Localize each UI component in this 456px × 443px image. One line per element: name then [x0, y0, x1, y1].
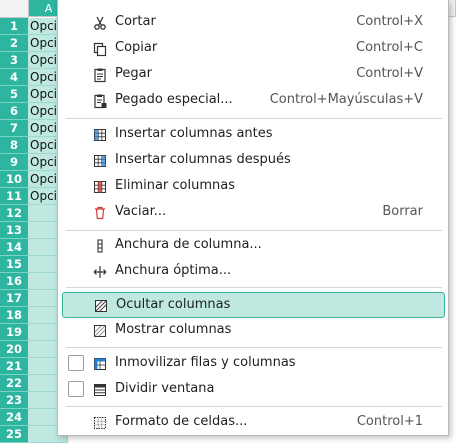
row-header[interactable]: 2 [0, 35, 28, 52]
menu-item-freeze-rows-columns[interactable]: Inmovilizar filas y columnas [62, 351, 445, 377]
menu-item-label: Anchura óptima... [115, 263, 232, 278]
menu-item-label: Mostrar columnas [115, 322, 232, 337]
menu-item-shortcut: Control+X [356, 14, 423, 29]
row-header[interactable]: 5 [0, 86, 28, 103]
menu-item-label: Formato de celdas... [115, 414, 248, 429]
row-header[interactable]: 7 [0, 120, 28, 137]
clipboard-icon [92, 67, 108, 83]
menu-separator [66, 287, 442, 288]
row-header[interactable]: 15 [0, 256, 28, 273]
row-header[interactable]: 23 [0, 392, 28, 409]
row-header[interactable]: 10 [0, 171, 28, 188]
split-window-icon [92, 382, 108, 398]
row-header[interactable]: 18 [0, 307, 28, 324]
menu-separator [66, 230, 442, 231]
column-width-icon [92, 238, 108, 254]
row-header[interactable]: 4 [0, 69, 28, 86]
menu-item-label: Copiar [115, 40, 158, 55]
row-header[interactable]: 13 [0, 222, 28, 239]
row-header[interactable]: 22 [0, 375, 28, 392]
menu-item-cut[interactable]: Cortar Control+X [62, 10, 445, 36]
insert-columns-after-icon [92, 153, 108, 169]
menu-item-paste-special[interactable]: Pegado especial... Control+Mayúsculas+V [62, 88, 445, 114]
copy-icon [92, 41, 108, 57]
scissors-icon [92, 15, 108, 31]
menu-item-label: Pegado especial... [115, 92, 233, 107]
context-menu: Cortar Control+X Copiar Control+C Pegar … [57, 0, 449, 436]
menu-item-label: Dividir ventana [115, 381, 215, 396]
format-cells-icon [92, 415, 108, 431]
freeze-panes-icon [92, 356, 108, 372]
row-header[interactable]: 6 [0, 103, 28, 120]
menu-item-label: Anchura de columna... [115, 237, 262, 252]
optimal-width-icon [92, 264, 108, 280]
menu-item-copy[interactable]: Copiar Control+C [62, 36, 445, 62]
row-header[interactable]: 16 [0, 273, 28, 290]
menu-item-insert-columns-before[interactable]: Insertar columnas antes [62, 122, 445, 148]
row-header[interactable]: 9 [0, 154, 28, 171]
insert-columns-before-icon [92, 127, 108, 143]
menu-item-label: Vaciar... [115, 204, 167, 219]
row-header[interactable]: 24 [0, 409, 28, 426]
trash-icon [92, 205, 108, 221]
row-header[interactable]: 12 [0, 205, 28, 222]
freeze-checkbox[interactable] [68, 355, 84, 371]
hide-columns-icon [93, 298, 109, 314]
row-header[interactable]: 14 [0, 239, 28, 256]
menu-item-label: Inmovilizar filas y columnas [115, 355, 296, 370]
menu-item-insert-columns-after[interactable]: Insertar columnas después [62, 148, 445, 174]
menu-item-format-cells[interactable]: Formato de celdas... Control+1 [62, 410, 445, 436]
row-header[interactable]: 1 [0, 18, 28, 35]
row-header[interactable]: 25 [0, 426, 28, 443]
row-header[interactable]: 8 [0, 137, 28, 154]
row-header[interactable]: 21 [0, 358, 28, 375]
menu-separator [66, 118, 442, 119]
menu-item-label: Insertar columnas después [115, 152, 291, 167]
row-header[interactable]: 17 [0, 290, 28, 307]
menu-item-label: Insertar columnas antes [115, 126, 273, 141]
menu-item-clear[interactable]: Vaciar... Borrar [62, 200, 445, 226]
menu-item-shortcut: Control+C [356, 40, 423, 55]
menu-item-shortcut: Control+1 [356, 414, 423, 429]
show-columns-icon [92, 323, 108, 339]
menu-item-split-window[interactable]: Dividir ventana [62, 377, 445, 403]
delete-columns-icon [92, 179, 108, 195]
select-all-corner[interactable] [0, 0, 29, 18]
row-header[interactable]: 19 [0, 324, 28, 341]
menu-item-label: Pegar [115, 66, 152, 81]
menu-item-paste[interactable]: Pegar Control+V [62, 62, 445, 88]
menu-item-label: Ocultar columnas [116, 297, 231, 312]
menu-item-shortcut: Control+Mayúsculas+V [269, 92, 423, 107]
split-checkbox[interactable] [68, 381, 84, 397]
row-headers: 1 2 3 4 5 6 7 8 9 10 11 12 13 14 15 16 17 18 19 20 21 22 23 24 2… [0, 18, 28, 443]
row-header[interactable]: 20 [0, 341, 28, 358]
menu-item-optimal-width[interactable]: Anchura óptima... [62, 259, 445, 285]
row-header[interactable]: 11 [0, 188, 28, 205]
menu-item-label: Eliminar columnas [115, 178, 235, 193]
menu-separator [66, 406, 442, 407]
menu-item-delete-columns[interactable]: Eliminar columnas [62, 174, 445, 200]
menu-item-shortcut: Borrar [382, 204, 423, 219]
menu-separator [66, 347, 442, 348]
menu-item-hide-columns[interactable]: Ocultar columnas [62, 292, 445, 318]
menu-item-shortcut: Control+V [356, 66, 423, 81]
menu-item-show-columns[interactable]: Mostrar columnas [62, 318, 445, 344]
menu-item-label: Cortar [115, 14, 156, 29]
menu-item-column-width[interactable]: Anchura de columna... [62, 233, 445, 259]
row-header[interactable]: 3 [0, 52, 28, 69]
paste-special-icon [92, 93, 108, 109]
